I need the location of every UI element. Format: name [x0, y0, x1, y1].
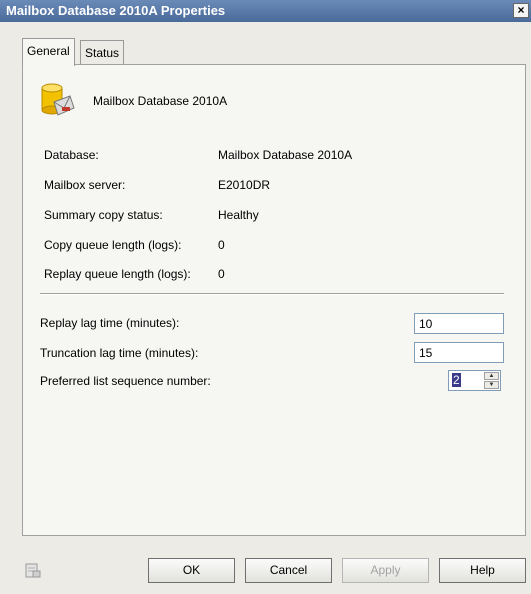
info-label-summary-copy-status: Summary copy status: — [44, 208, 163, 222]
info-value-database: Mailbox Database 2010A — [218, 148, 353, 162]
section-divider — [40, 293, 504, 295]
properties-dialog: Mailbox Database 2010A Properties × Gene… — [0, 0, 531, 594]
ok-button[interactable]: OK — [148, 558, 235, 583]
info-label-replay-queue-length: Replay queue length (logs): — [44, 267, 191, 281]
database-name-heading: Mailbox Database 2010A — [93, 94, 228, 108]
stepper-up-arrow-icon[interactable]: ▲ — [484, 372, 499, 380]
preferred-sequence-stepper[interactable]: 2 ▲ ▼ — [448, 370, 501, 391]
help-button[interactable]: Help — [439, 558, 526, 583]
tab-general-label: General — [27, 44, 70, 58]
stepper-buttons: ▲ ▼ — [484, 372, 499, 389]
info-label-mailbox-server: Mailbox server: — [44, 178, 126, 192]
tab-status-label: Status — [85, 46, 120, 60]
tab-general[interactable]: General — [22, 38, 75, 66]
info-value-replay-queue-length: 0 — [218, 267, 225, 281]
info-value-mailbox-server: E2010DR — [218, 178, 271, 192]
info-value-copy-queue-length: 0 — [218, 238, 225, 252]
truncation-lag-label: Truncation lag time (minutes): — [40, 346, 199, 360]
truncation-lag-input[interactable]: 15 — [414, 342, 504, 363]
replay-lag-label: Replay lag time (minutes): — [40, 316, 180, 330]
preferred-sequence-value[interactable]: 2 — [452, 373, 461, 387]
close-button[interactable]: × — [513, 3, 529, 18]
general-tab-panel — [22, 64, 526, 536]
info-label-database: Database: — [44, 148, 99, 162]
stepper-down-arrow-icon[interactable]: ▼ — [484, 381, 499, 389]
cancel-button[interactable]: Cancel — [245, 558, 332, 583]
info-value-summary-copy-status: Healthy — [218, 208, 259, 222]
tab-status[interactable]: Status — [80, 40, 125, 64]
replay-lag-input[interactable]: 10 — [414, 313, 504, 334]
info-label-copy-queue-length: Copy queue length (logs): — [44, 238, 182, 252]
title-bar[interactable]: Mailbox Database 2010A Properties × — [0, 0, 531, 22]
window-title: Mailbox Database 2010A Properties — [6, 3, 226, 18]
apply-button[interactable]: Apply — [342, 558, 429, 583]
preferred-sequence-label: Preferred list sequence number: — [40, 374, 211, 388]
database-icon — [41, 83, 75, 116]
properties-page-icon — [25, 563, 41, 578]
